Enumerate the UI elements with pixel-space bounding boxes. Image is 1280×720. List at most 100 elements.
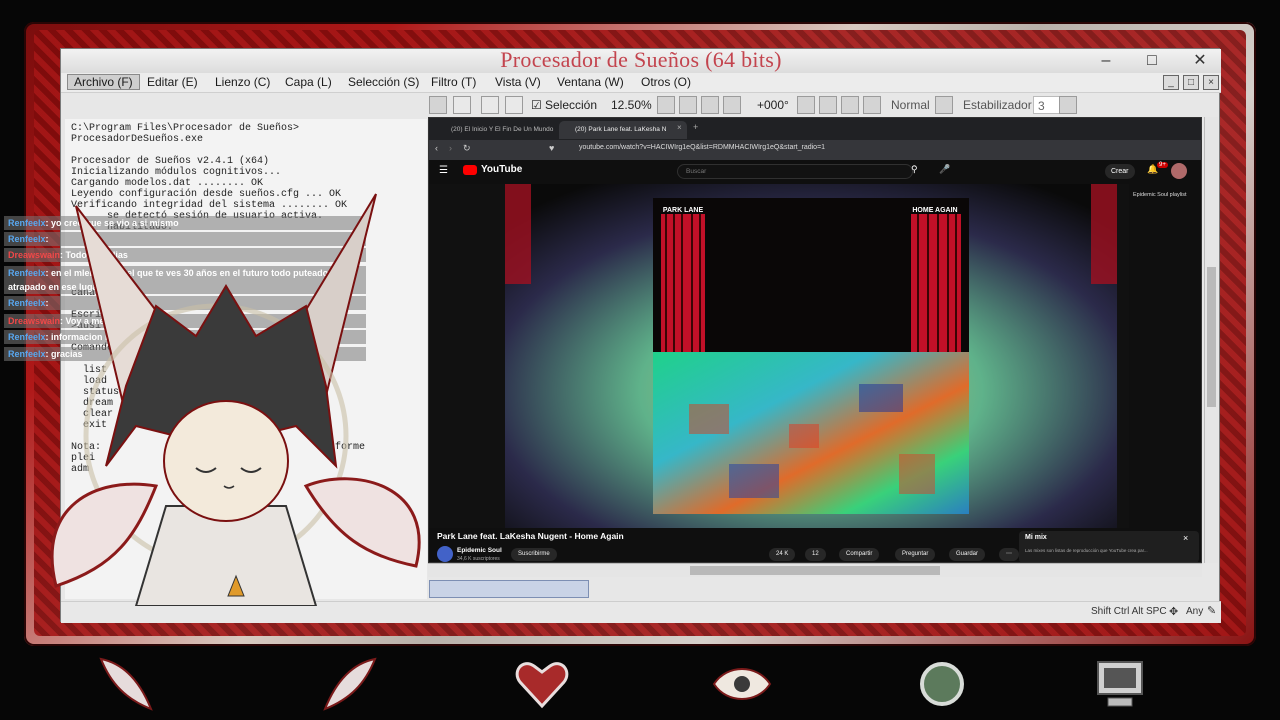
menu-vista[interactable]: Vista (V) [495, 75, 541, 89]
search-input[interactable]: Buscar [677, 164, 913, 179]
menu-capa[interactable]: Capa (L) [285, 75, 332, 89]
menu-lienzo[interactable]: Lienzo (C) [215, 75, 270, 89]
ask-button[interactable]: Preguntar [895, 548, 936, 561]
share-button[interactable]: Compartir [839, 548, 880, 561]
title-bar[interactable]: Procesador de Sueños (64 bits) – □ ✕ [61, 47, 1221, 73]
mic-icon[interactable]: 🎤 [939, 164, 950, 175]
browser-tab-active[interactable]: (20) Park Lane feat. LaKesha N [559, 121, 687, 139]
maximize-icon[interactable]: □ [1139, 51, 1165, 71]
mix-close-icon[interactable]: × [1183, 533, 1188, 543]
tab-close-icon[interactable]: × [677, 123, 682, 132]
tool-slot-icon[interactable] [453, 96, 471, 114]
grid-icon[interactable] [701, 96, 719, 114]
zoom-dropdown-icon[interactable] [657, 96, 675, 114]
avatar[interactable] [1171, 163, 1187, 179]
mdi-close-icon[interactable]: × [1203, 75, 1219, 90]
menu-archivo[interactable]: Archivo (F) [67, 74, 140, 90]
wing-right-shape [303, 477, 421, 568]
minimize-icon[interactable]: – [1093, 51, 1119, 71]
browser-tab[interactable]: (20) El Inicio Y El Fin De Un Mundo C [435, 121, 555, 139]
notification-badge: 9+ [1157, 162, 1168, 168]
video-info: Park Lane feat. LaKesha Nugent - Home Ag… [429, 528, 1201, 562]
save-button[interactable]: Guardar [949, 548, 986, 561]
horizontal-scrollbar[interactable] [428, 563, 1202, 577]
menu-ventana[interactable]: Ventana (W) [557, 75, 624, 89]
tool-options-bar: ☑ Selección 12.50% +000° Normal Estabili… [429, 95, 1219, 117]
computer-icon[interactable] [1090, 654, 1150, 714]
selection-label: Selección [545, 98, 598, 112]
mix-card[interactable]: Mi mix Las mixes son listas de reproducc… [1019, 531, 1199, 562]
subscriber-count: 34,6 K suscriptores [457, 556, 500, 562]
rotate-left-icon[interactable] [819, 96, 837, 114]
wing-icon[interactable] [320, 654, 380, 714]
video-player[interactable]: PARK LANE HOME AGAIN [429, 184, 1129, 528]
new-tab-icon[interactable]: + [693, 122, 698, 132]
avatar-character [50, 193, 421, 606]
subscribe-button[interactable]: Suscribirme [511, 548, 557, 561]
pen-icon[interactable]: ✎ [1207, 604, 1216, 617]
menu-editar[interactable]: Editar (E) [147, 75, 198, 89]
terminal-line: C:\Program Files\Procesador de Sueños> [71, 123, 300, 134]
channel-name[interactable]: Epidemic Soul [457, 547, 502, 554]
browser-window: (20) El Inicio Y El Fin De Un Mundo C (2… [428, 117, 1202, 563]
youtube-logo-icon[interactable] [463, 165, 477, 175]
view-icon[interactable] [723, 96, 741, 114]
wing-left-shape [50, 482, 159, 588]
create-button[interactable]: Crear [1105, 164, 1135, 179]
bookmark-icon[interactable]: ♥ [549, 143, 554, 153]
youtube-logo-text[interactable]: YouTube [481, 164, 522, 175]
menu-otros[interactable]: Otros (O) [641, 75, 691, 89]
fit-icon[interactable] [679, 96, 697, 114]
blend-icon[interactable] [935, 96, 953, 114]
eye-icon[interactable] [712, 654, 772, 714]
any-label: Any [1186, 606, 1204, 617]
menu-icon[interactable]: ☰ [439, 165, 448, 176]
url-field[interactable]: youtube.com/watch?v=HACIWIrg1eQ&list=RDM… [579, 144, 825, 151]
tool-slot-icon[interactable] [505, 96, 523, 114]
search-icon[interactable]: ⚲ [911, 164, 918, 175]
tool-slot-icon[interactable] [481, 96, 499, 114]
zoom-value[interactable]: 12.50% [611, 96, 652, 114]
youtube-header: ☰ YouTube Buscar ⚲ 🎤 Crear 🔔 9+ [429, 160, 1201, 184]
blend-mode[interactable]: Normal [891, 96, 930, 114]
menu-seleccion[interactable]: Selección (S) [348, 75, 419, 89]
face-shape [163, 400, 289, 522]
mix-title: Mi mix [1025, 534, 1047, 541]
browser-tab-strip: (20) El Inicio Y El Fin De Un Mundo C (2… [429, 118, 1201, 140]
like-button[interactable]: 24 K [769, 548, 796, 561]
terminal-line: Inicializando módulos cognitivos... [71, 167, 282, 178]
stream-scene: Procesador de Sueños (64 bits) – □ ✕ Arc… [0, 0, 1280, 720]
side-label[interactable]: Epidemic Soul playlist [1133, 192, 1199, 198]
mdi-minimize-icon[interactable]: _ [1163, 75, 1179, 90]
address-bar: ‹ › ↻ ♥ youtube.com/watch?v=HACIWIrg1eQ&… [429, 140, 1201, 160]
flip-icon[interactable] [863, 96, 881, 114]
window-title: Procesador de Sueños (64 bits) [500, 47, 782, 72]
forward-icon[interactable]: › [449, 143, 452, 153]
back-icon[interactable]: ‹ [435, 143, 438, 153]
wing-icon[interactable] [96, 654, 156, 714]
vertical-scrollbar[interactable] [1204, 117, 1218, 563]
scroll-thumb-h[interactable] [690, 566, 940, 575]
selection-checkbox[interactable]: ☑ [531, 96, 542, 114]
move-icon[interactable]: ✥ [1169, 605, 1178, 618]
close-icon[interactable]: ✕ [1187, 51, 1213, 71]
orb-icon[interactable] [912, 654, 972, 714]
menu-filtro[interactable]: Filtro (T) [431, 75, 476, 89]
rotation-value[interactable]: +000° [757, 96, 789, 114]
cover-artist-text: PARK LANE [663, 207, 704, 214]
rotate-dropdown-icon[interactable] [797, 96, 815, 114]
heart-icon[interactable] [512, 654, 572, 714]
tool-icon[interactable] [429, 96, 447, 114]
channel-avatar[interactable] [437, 546, 453, 562]
terminal-line: Procesador de Sueños v2.4.1 (x64) [71, 156, 270, 167]
more-icon[interactable]: ⋯ [999, 548, 1019, 561]
dislike-comments-button[interactable]: 12 [805, 548, 826, 561]
menu-bar: Archivo (F) Editar (E) Lienzo (C) Capa (… [61, 73, 1221, 93]
reload-icon[interactable]: ↻ [463, 143, 471, 154]
rotate-reset-icon[interactable] [841, 96, 859, 114]
mdi-restore-icon[interactable]: □ [1183, 75, 1199, 90]
scroll-thumb-v[interactable] [1207, 267, 1216, 407]
progress-box [429, 580, 589, 598]
red-blur-left [505, 184, 531, 284]
stabilizer-dropdown-icon[interactable] [1059, 96, 1077, 114]
